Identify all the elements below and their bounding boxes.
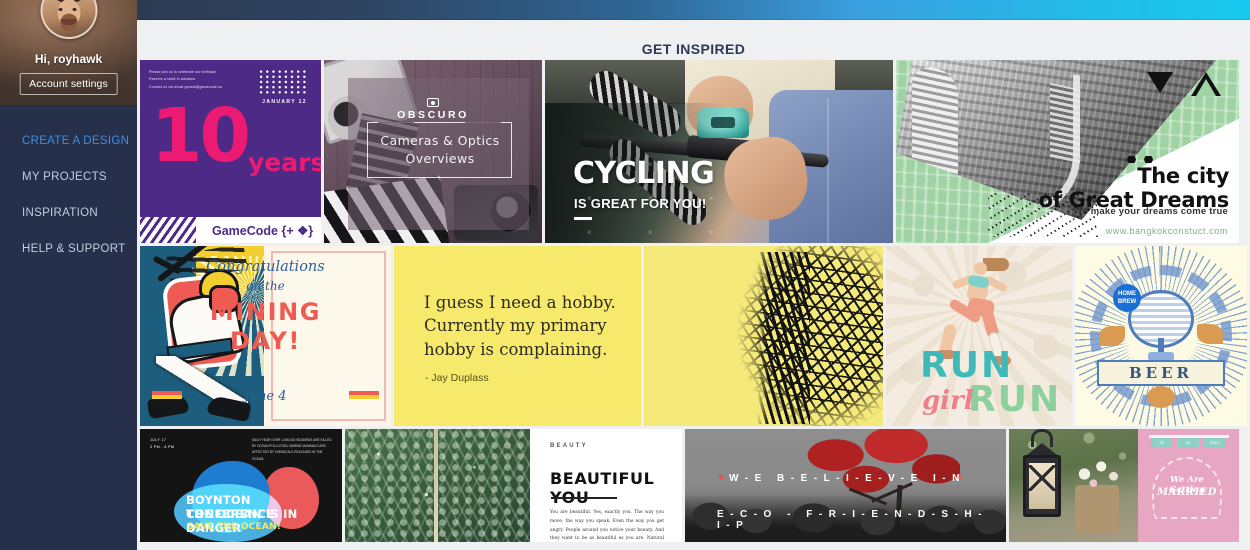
design-card-city-of-great-dreams[interactable]: The city of Great Dreams We make your dr… xyxy=(896,60,1239,243)
cycling-title: CYCLING xyxy=(573,156,715,191)
mining-bar-right xyxy=(349,391,379,399)
run-word-bottom: RUN xyxy=(968,379,1062,420)
girl-word: girl xyxy=(922,386,974,416)
profile-header: Hi, royhawk Account settings xyxy=(0,0,137,105)
page-title: GET INSPIRED xyxy=(641,41,746,57)
date-flags: 25 16 2019 xyxy=(1151,438,1225,448)
hop-leaf-bottom xyxy=(1147,386,1175,408)
greeting-text: Hi, royhawk xyxy=(34,52,103,66)
hop-leaf-right xyxy=(1197,324,1223,344)
gamecode-years-label: years xyxy=(248,148,321,177)
lantern-cross xyxy=(1029,465,1055,491)
main-content: GET INSPIRED Please join us to celebrate… xyxy=(137,0,1250,550)
date-flag-month: 16 xyxy=(1177,438,1199,448)
seam-decoration xyxy=(827,98,829,243)
eco-line-2: E-C-O - F-R-I-E-N-D-S-H-I-P xyxy=(717,509,988,531)
gallery-row-1: Please join us to celebrate our birthday… xyxy=(137,60,1250,243)
triangle-up-icon xyxy=(1191,72,1221,96)
beauty-body: You are beautiful. Yes, exactly you. The… xyxy=(550,510,664,542)
gallery-row-2: Congratulations on the MINING DAY! June … xyxy=(137,246,1250,426)
design-card-eco-friendship[interactable]: W-E B-E-L-I-E-V-E I-N E-C-O - F-R-I-E-N-… xyxy=(685,429,1006,542)
beauty-rule xyxy=(551,497,617,499)
account-settings-button[interactable]: Account settings xyxy=(19,73,118,95)
stripes-decoration xyxy=(140,217,196,243)
date-flag-day: 25 xyxy=(1151,438,1173,448)
date-flag-year: 2019 xyxy=(1203,438,1225,448)
beauty-kicker: BEAUTY xyxy=(550,443,588,449)
top-gradient-bar xyxy=(137,0,1250,20)
quote-text: I guess I need a hobby. Currently my pri… xyxy=(424,293,616,359)
boynton-meta: JULY 17 3 PM - 8 PM xyxy=(150,438,175,450)
design-card-gamecode-10-years[interactable]: Please join us to celebrate our birthday… xyxy=(140,60,321,243)
obscuro-title: OBSCURO xyxy=(397,109,469,121)
obscuro-subtitle: Cameras & Optics Overviews xyxy=(380,133,500,166)
quote-author: - Jay Duplass xyxy=(425,372,489,384)
married-line-2: MARRIED xyxy=(1157,487,1217,498)
accent-square-left xyxy=(719,475,723,479)
design-card-getting-married[interactable]: 25 16 2019 We Are Getting MARRIED xyxy=(1009,429,1239,542)
eco-line-1: W-E B-E-L-I-E-V-E I-N xyxy=(729,473,966,484)
three-dots-decoration xyxy=(1123,156,1157,163)
app-window: Hi, royhawk Account settings CREATE A DE… xyxy=(0,0,1250,550)
design-card-hobby-quote[interactable]: I guess I need a hobby. Currently my pri… xyxy=(394,246,641,426)
boynton-line-3: SAVE THE OCEAN! xyxy=(187,522,282,532)
sidebar-item-help-and-support[interactable]: HELP & SUPPORT xyxy=(0,231,137,267)
gamecode-invite-lines: Please join us to celebrate our birthday… xyxy=(149,70,223,89)
camera-icon xyxy=(427,98,439,107)
triangle-down-icon xyxy=(1147,72,1173,93)
design-card-obscuro-cameras[interactable]: OBSCURO Cameras & Optics Overviews xyxy=(324,60,542,243)
sidebar: Hi, royhawk Account settings CREATE A DE… xyxy=(0,0,137,550)
flower-bouquet xyxy=(1071,455,1127,493)
beauty-title: BEAUTIFUL YOU xyxy=(550,469,655,507)
beer-label: BEER xyxy=(1128,364,1193,382)
gamecode-brand: GameCode {+ ❖} xyxy=(212,224,314,238)
home-brew-label: HOME BREW xyxy=(1117,291,1137,305)
leaf-photo xyxy=(345,429,530,542)
gamecode-date: JANUARY 12 xyxy=(262,99,307,105)
avatar-image xyxy=(42,0,95,37)
design-card-run-girl-run[interactable]: RUN RUN girl xyxy=(886,246,1072,426)
cycling-rule xyxy=(574,217,592,220)
mining-onthe: on the xyxy=(246,279,285,293)
runner-head xyxy=(974,262,987,275)
city-url: www.bangkokconstuct.com xyxy=(1105,226,1228,236)
design-card-cycling[interactable]: × × × × × × × × × CYCLING IS GREAT FOR Y… xyxy=(545,60,893,243)
wedding-photo xyxy=(1009,429,1138,542)
sidebar-item-inspiration[interactable]: INSPIRATION xyxy=(0,195,137,231)
squiggle-decoration xyxy=(988,193,1098,237)
gamecode-number: 10 xyxy=(151,93,251,179)
gallery-row-3: JULY 17 3 PM - 8 PM EACH YEAR OVER 1,000… xyxy=(137,429,1250,542)
sidebar-item-create-a-design[interactable]: CREATE A DESIGN xyxy=(0,123,137,159)
design-card-boynton-conference[interactable]: JULY 17 3 PM - 8 PM EACH YEAR OVER 1,000… xyxy=(140,429,342,542)
sidebar-item-my-projects[interactable]: MY PROJECTS xyxy=(0,159,137,195)
mining-headline: MINING DAY! xyxy=(209,298,322,355)
design-card-beer-badge[interactable]: HOME BREW BEER xyxy=(1075,246,1247,426)
water-droplets-decoration xyxy=(345,429,530,542)
cycling-subtitle: IS GREAT FOR YOU! xyxy=(574,196,707,211)
dot-grid-decoration xyxy=(258,69,307,95)
avatar[interactable] xyxy=(40,0,97,39)
design-card-scribble-face-art[interactable] xyxy=(644,246,883,426)
hop-leaf-left xyxy=(1099,326,1125,346)
mining-congrats: Congratulations xyxy=(206,259,325,275)
boynton-paragraph: EACH YEAR OVER 1,000,000 SEABIRDS ARE KI… xyxy=(252,438,332,461)
design-card-mining-day[interactable]: Congratulations on the MINING DAY! June … xyxy=(140,246,391,426)
design-card-beautiful-you[interactable]: BEAUTY BEAUTIFUL YOU You are beautiful. … xyxy=(345,429,682,542)
sidebar-nav: CREATE A DESIGN MY PROJECTS INSPIRATION … xyxy=(0,105,137,267)
